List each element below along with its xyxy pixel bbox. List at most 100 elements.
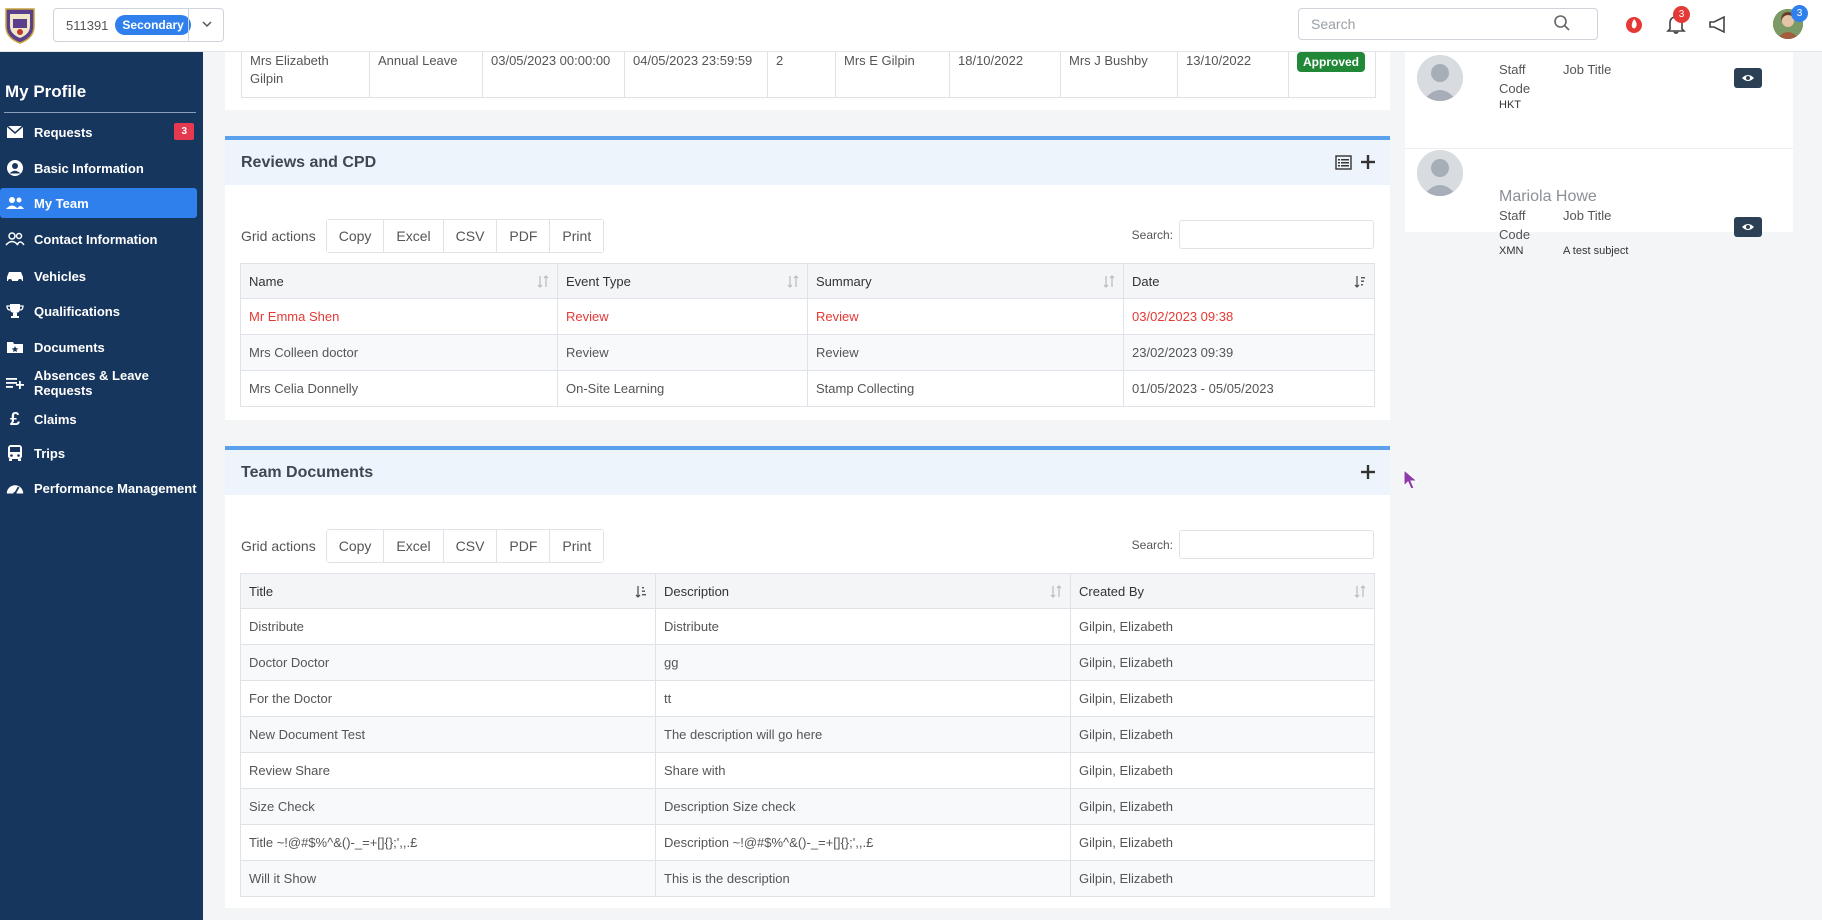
- job-title-label: Job Title: [1563, 208, 1612, 223]
- cell-created-by: Gilpin, Elizabeth: [1070, 788, 1375, 825]
- sidebar-title: My Profile: [5, 82, 87, 101]
- status-badge: Approved: [1297, 52, 1366, 72]
- column-label: Description: [664, 583, 730, 599]
- table-row[interactable]: Size Check Description Size check Gilpin, …: [240, 788, 1375, 825]
- sort-desc-icon[interactable]: [1354, 275, 1366, 288]
- sort-icon[interactable]: [1354, 585, 1366, 598]
- sidebar-item-trips[interactable]: Trips: [0, 438, 197, 468]
- sort-asc-icon[interactable]: [635, 585, 647, 598]
- csv-button[interactable]: CSV: [443, 530, 498, 562]
- sidebar-item-qualifications[interactable]: Qualifications: [0, 296, 197, 326]
- sort-icon[interactable]: [787, 275, 799, 288]
- table-row[interactable]: For the Doctor tt Gilpin, Elizabeth: [240, 680, 1375, 717]
- cell-date: 23/02/2023 09:39: [1123, 334, 1375, 371]
- copy-button[interactable]: Copy: [326, 530, 385, 562]
- car-icon: [5, 267, 25, 285]
- sidebar-item-contact-information[interactable]: Contact Information: [0, 224, 197, 254]
- job-title-label: Job Title: [1563, 62, 1612, 77]
- school-selector[interactable]: 511391 Secondary: [53, 8, 224, 42]
- staff-avatar: [1417, 55, 1463, 101]
- cell-name: Mr Emma Shen: [240, 298, 558, 335]
- table-row[interactable]: Mrs Celia Donnelly On-Site Learning Stam…: [240, 370, 1375, 407]
- copy-button[interactable]: Copy: [326, 220, 385, 252]
- excel-button[interactable]: Excel: [384, 530, 444, 562]
- sidebar-item-performance-management[interactable]: Performance Management: [0, 473, 197, 503]
- cell-event-type: Review: [557, 298, 808, 335]
- staff-card[interactable]: Mariola Howe Staff Code XMN Job Title A …: [1405, 124, 1793, 257]
- chevron-down-icon[interactable]: [201, 18, 213, 30]
- leave-requested-by-cell: Mrs E Gilpin: [836, 52, 950, 97]
- top-bar: 511391 Secondary 3 3: [0, 0, 1822, 52]
- sidebar-item-requests[interactable]: Requests 3: [0, 117, 197, 147]
- excel-button[interactable]: Excel: [384, 220, 444, 252]
- pdf-button[interactable]: PDF: [497, 530, 551, 562]
- column-header-name[interactable]: Name: [240, 263, 558, 299]
- sidebar-item-basic-information[interactable]: Basic Information: [0, 153, 197, 183]
- export-button-group: Copy Excel CSV PDF Print: [325, 529, 605, 563]
- grid-search: Search:: [1132, 530, 1374, 559]
- staff-label: Staff: [1499, 208, 1526, 223]
- cell-description: Description Size check: [655, 788, 1071, 825]
- column-label: Summary: [816, 273, 872, 289]
- list-icon[interactable]: [1335, 155, 1352, 170]
- table-row[interactable]: Title ~!@#$%^&()-_=+[]{};',,.£ Descriptio…: [240, 824, 1375, 861]
- table-row[interactable]: Mrs Colleen doctor Review Review 23/02/2…: [240, 334, 1375, 371]
- leave-requests-panel: Mrs Elizabeth Gilpin Annual Leave 03/05/…: [225, 52, 1390, 110]
- table-row[interactable]: Review Share Share with Gilpin, Elizabeth: [240, 752, 1375, 789]
- table-row[interactable]: Doctor Doctor gg Gilpin, Elizabeth: [240, 644, 1375, 681]
- search-icon[interactable]: [1553, 14, 1571, 32]
- user-circle-icon: [5, 159, 25, 177]
- cell-summary: Review: [807, 298, 1124, 335]
- fire-icon[interactable]: [1623, 13, 1645, 35]
- sidebar-item-my-team[interactable]: My Team: [0, 188, 197, 218]
- sidebar-item-absences-leave-requests[interactable]: Absences & Leave Requests: [0, 368, 197, 398]
- column-label: Event Type: [566, 273, 631, 289]
- pdf-button[interactable]: PDF: [497, 220, 551, 252]
- add-document-icon[interactable]: [1360, 464, 1376, 480]
- cell-summary: Review: [807, 334, 1124, 371]
- print-button[interactable]: Print: [550, 220, 604, 252]
- leave-approved-by-cell: Mrs J Bushby: [1061, 52, 1178, 97]
- cell-event-type: Review: [557, 334, 808, 371]
- megaphone-icon[interactable]: [1707, 13, 1729, 35]
- documents-search-input[interactable]: [1179, 530, 1374, 559]
- cell-description: tt: [655, 680, 1071, 717]
- sidebar-item-documents[interactable]: Documents: [0, 332, 197, 362]
- column-header-description[interactable]: Description: [655, 573, 1071, 609]
- table-row[interactable]: Will it Show This is the description Gilpi…: [240, 860, 1375, 897]
- staff-code: XMN: [1499, 245, 1524, 257]
- sidebar-item-vehicles[interactable]: Vehicles: [0, 261, 197, 291]
- grid-search: Search:: [1132, 220, 1374, 249]
- cell-title: For the Doctor: [240, 680, 656, 717]
- documents-table: Title Description Created By Distribute D…: [240, 573, 1375, 897]
- column-header-date[interactable]: Date: [1123, 263, 1375, 299]
- school-logo[interactable]: [4, 6, 36, 44]
- column-header-event-type[interactable]: Event Type: [557, 263, 808, 299]
- sidebar-item-label: Claims: [34, 411, 77, 427]
- table-row[interactable]: Distribute Distribute Gilpin, Elizabeth: [240, 608, 1375, 645]
- sidebar-item-claims[interactable]: £ Claims: [0, 404, 197, 434]
- sort-icon[interactable]: [537, 275, 549, 288]
- sort-icon[interactable]: [1103, 275, 1115, 288]
- school-type-badge: Secondary: [115, 15, 191, 35]
- table-row[interactable]: Mr Emma Shen Review Review 03/02/2023 09…: [240, 298, 1375, 335]
- reviews-search-input[interactable]: [1179, 220, 1374, 249]
- column-header-title[interactable]: Title: [240, 573, 656, 609]
- sidebar-item-label: Trips: [34, 445, 66, 461]
- sidebar-divider: [4, 112, 196, 113]
- bus-icon: [5, 444, 25, 462]
- sidebar-item-label: Absences & Leave Requests: [34, 368, 149, 398]
- leave-name-cell: Mrs Elizabeth Gilpin: [242, 52, 370, 97]
- sort-icon[interactable]: [1050, 585, 1062, 598]
- csv-button[interactable]: CSV: [443, 220, 498, 252]
- contacts-icon: [5, 230, 25, 248]
- view-staff-button[interactable]: [1734, 68, 1762, 88]
- view-staff-button[interactable]: [1734, 217, 1762, 237]
- column-header-summary[interactable]: Summary: [807, 263, 1124, 299]
- cell-date: 03/02/2023 09:38: [1123, 298, 1375, 335]
- add-review-icon[interactable]: [1360, 154, 1376, 170]
- column-header-created-by[interactable]: Created By: [1070, 573, 1375, 609]
- table-row[interactable]: New Document Test The description will go…: [240, 716, 1375, 753]
- print-button[interactable]: Print: [550, 530, 604, 562]
- eye-icon: [1742, 75, 1754, 81]
